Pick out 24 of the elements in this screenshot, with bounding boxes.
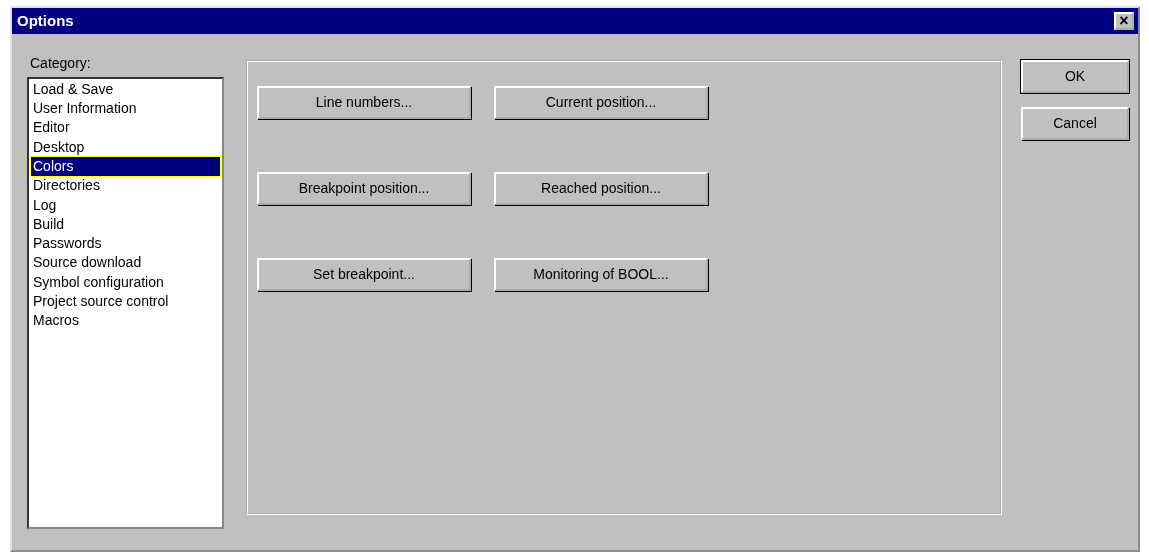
category-item[interactable]: User Information <box>31 99 220 119</box>
category-item[interactable]: Source download <box>31 253 220 273</box>
category-item[interactable]: Load & Save <box>31 79 220 100</box>
dialog-button[interactable]: Cancel <box>1021 107 1129 140</box>
dialog-button[interactable]: OK <box>1021 60 1129 93</box>
category-item[interactable]: Symbol configuration <box>31 272 220 293</box>
category-item[interactable]: Macros <box>31 311 220 331</box>
category-item[interactable]: Project source control <box>31 292 220 312</box>
close-button[interactable]: × <box>1114 12 1134 30</box>
category-item[interactable]: Passwords <box>31 234 220 254</box>
category-item[interactable]: Build <box>31 214 220 235</box>
category-item[interactable]: Desktop <box>31 137 220 157</box>
category-item[interactable]: Directories <box>31 176 220 196</box>
color-setting-button[interactable]: Line numbers... <box>257 86 471 119</box>
color-setting-button[interactable]: Reached position... <box>494 172 708 205</box>
category-label: Category: <box>30 55 92 72</box>
color-setting-button[interactable]: Monitoring of BOOL... <box>494 258 708 291</box>
category-item[interactable]: Editor <box>31 118 220 138</box>
color-setting-button[interactable]: Set breakpoint... <box>257 258 471 291</box>
window-title: Options <box>17 12 74 30</box>
color-setting-button[interactable]: Current position... <box>494 86 708 119</box>
category-item[interactable]: Log <box>31 195 220 215</box>
color-setting-button[interactable]: Breakpoint position... <box>257 172 471 205</box>
category-item[interactable]: Colors <box>31 157 220 177</box>
